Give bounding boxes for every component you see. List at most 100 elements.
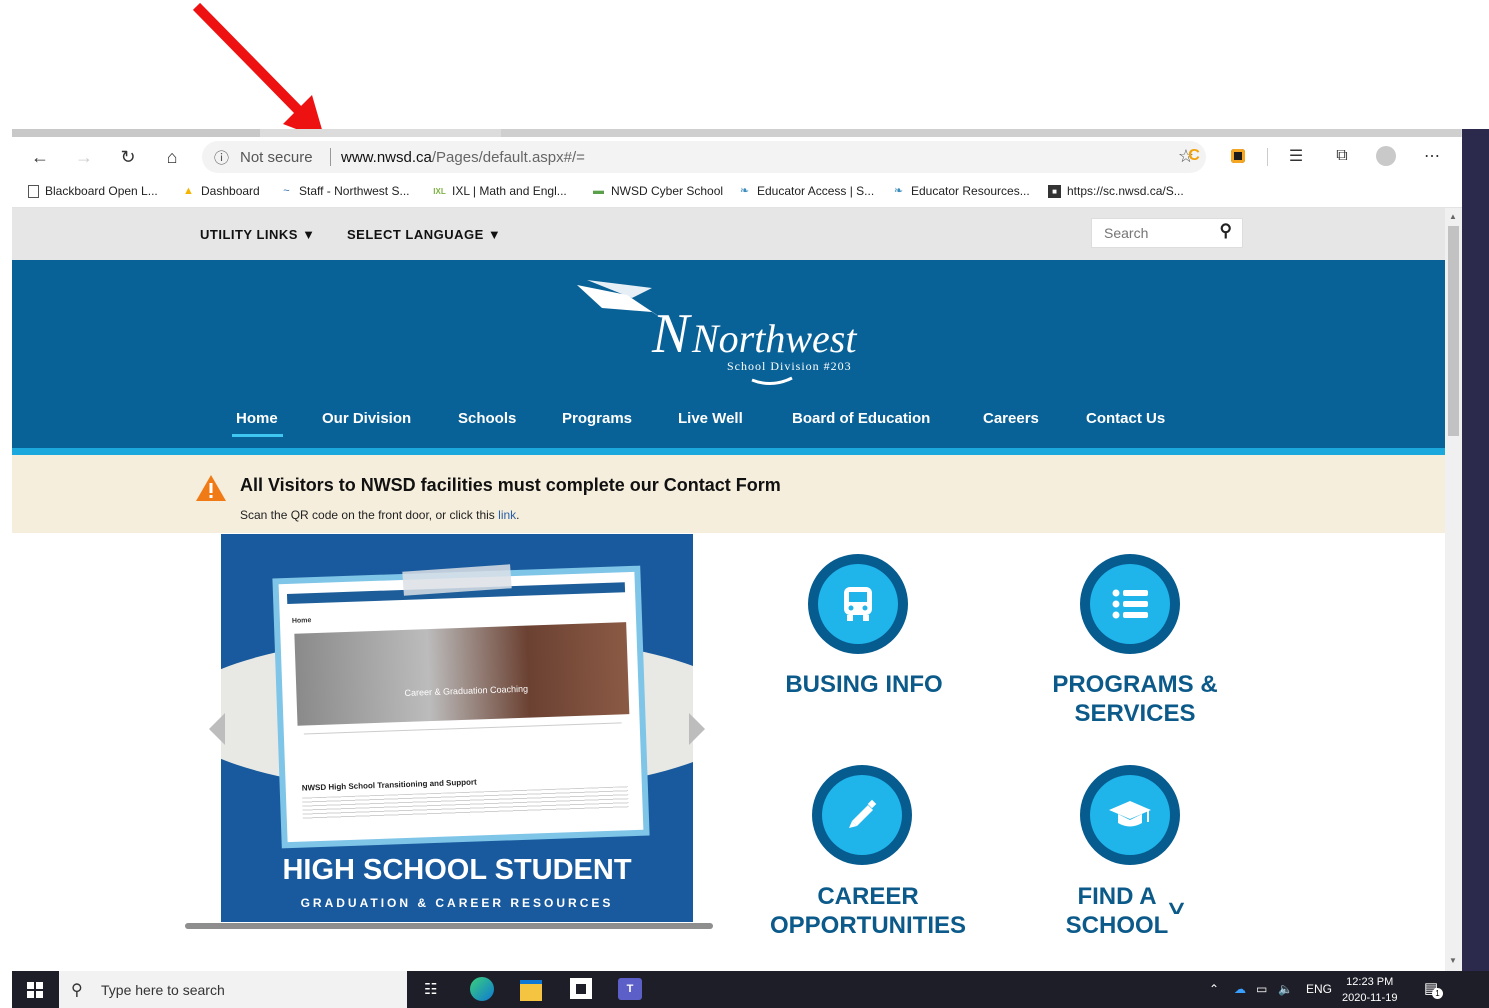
nav-live-well[interactable]: Live Well [678,410,743,427]
career-opportunities-line1: CAREER [817,883,919,910]
alert-title: All Visitors to NWSD facilities must com… [240,475,781,495]
favorite-item[interactable]: ~ Staff - Northwest S... [280,184,409,198]
logo-sub: School Division #203 [727,359,852,373]
profile-avatar-icon[interactable] [1376,146,1396,166]
page-icon [28,184,39,198]
back-icon[interactable]: ← [28,145,52,169]
scroll-down-icon[interactable]: ▼ [1449,956,1457,965]
home-icon[interactable]: ⌂ [160,145,184,169]
favorite-label: IXL | Math and Engl... [452,184,567,198]
slide-next-icon[interactable] [689,713,705,745]
favorite-label: Educator Access | S... [757,184,875,198]
search-input[interactable] [1102,224,1216,242]
scroll-up-icon[interactable]: ▲ [1449,212,1457,221]
extension-c-icon[interactable]: C [1184,146,1204,166]
collections-icon[interactable]: ⧉ [1332,146,1352,166]
slider-scroll-track[interactable] [185,923,713,929]
favorites-list-icon[interactable]: ☰ [1286,146,1306,166]
programs-services-line2: SERVICES [1074,700,1196,727]
search-icon: ⚲ [71,982,83,999]
nwsd-icon: ~ [283,184,290,197]
busing-info-button[interactable] [808,554,908,654]
card-photo-caption: Career & Graduation Coaching [404,683,529,698]
browser-tab[interactable] [12,129,260,137]
clock-date: 2020-11-19 [1342,992,1398,1004]
favorite-item[interactable]: ▬ NWSD Cyber School [592,184,723,198]
favorites-bar: Blackboard Open L... ▲ Dashboard ~ Staff -… [12,177,1462,208]
nav-programs[interactable]: Programs [562,410,632,427]
leaf-icon: ❧ [893,184,904,197]
browser-tab[interactable] [501,129,1461,137]
security-label[interactable]: Not secure [240,149,313,166]
card-photo: Career & Graduation Coaching [294,622,630,726]
notification-center-icon[interactable]: ▤ 1 [1424,979,1443,999]
favorite-item[interactable]: ❧ Educator Access | S... [738,184,874,198]
clock[interactable]: 12:23 PM 2020-11-19 [1342,974,1397,1006]
career-opportunities-label[interactable]: CAREER OPPORTUNITIES [752,882,984,940]
nav-schools[interactable]: Schools [458,410,516,427]
address-separator [330,148,331,166]
logo-name: Northwest [691,316,857,361]
scroll-thumb[interactable] [1448,226,1459,436]
favorite-label: Educator Resources... [911,184,1030,198]
slide-subtitle: GRADUATION & CAREER RESOURCES [300,896,614,910]
career-opportunities-line2: OPPORTUNITIES [769,912,967,939]
more-options-icon[interactable]: ⋯ [1422,146,1442,166]
utility-links-label: UTILITY LINKS [200,227,298,242]
language-indicator[interactable]: ENG [1306,982,1332,996]
address-bar[interactable]: ⓘ Not secure www.nwsd.ca/Pages/default.a… [202,141,1206,173]
info-icon[interactable]: ⓘ [214,147,229,168]
nav-our-division[interactable]: Our Division [322,410,411,427]
svg-text:N: N [651,303,692,365]
alert-period: . [516,508,520,522]
url-text[interactable]: www.nwsd.ca/Pages/default.aspx#/= [341,149,585,166]
extension-color-icon[interactable] [1228,146,1248,166]
select-language-dropdown[interactable]: SELECT LANGUAGE ▼ [347,227,501,242]
career-opportunities-button[interactable] [812,765,912,865]
windows-start-icon[interactable] [27,982,43,1003]
slide-prev-icon[interactable] [209,713,225,745]
refresh-icon[interactable]: ↻ [116,145,140,169]
volume-icon[interactable]: 🔈 [1278,982,1293,996]
task-view-icon[interactable]: ☷ [424,980,437,998]
tray-expand-icon[interactable]: ⌃ [1209,982,1219,996]
nav-board-of-education[interactable]: Board of Education [792,410,930,427]
contact-form-link[interactable]: link [498,508,516,522]
dashboard-icon: ▲ [183,184,194,197]
ixl-icon: IXL [433,186,446,196]
edge-icon[interactable] [470,977,494,1001]
taskbar-search-placeholder: Type here to search [101,982,225,998]
chevron-down-icon[interactable]: ˅ [1168,896,1185,922]
background-window [1462,129,1489,971]
slide-title: HIGH SCHOOL STUDENT [282,854,632,886]
site-header: N Northwest School Division #203 Home Ou… [12,260,1445,448]
teams-icon[interactable]: T [618,978,642,1000]
url-host: www.nwsd.ca [341,149,432,166]
page-scrollbar[interactable]: ▲ ▼ [1445,208,1462,971]
onedrive-icon[interactable]: ☁ [1234,982,1246,996]
forward-icon[interactable]: → [72,145,96,169]
nav-contact-us[interactable]: Contact Us [1086,410,1165,427]
favorite-item[interactable]: Blackboard Open L... [28,184,158,198]
nav-home[interactable]: Home [232,410,283,437]
url-path: /Pages/default.aspx#/= [431,149,585,166]
nav-careers[interactable]: Careers [983,410,1039,427]
northwest-logo[interactable]: N Northwest School Division #203 [557,270,897,390]
favorite-item[interactable]: ■ https://sc.nwsd.ca/S... [1048,184,1184,198]
favorite-item[interactable]: ❧ Educator Resources... [892,184,1030,198]
store-icon[interactable] [570,978,592,999]
programs-services-label[interactable]: PROGRAMS & SERVICES [1030,670,1240,728]
taskbar-search[interactable]: ⚲ Type here to search [59,971,407,1008]
programs-services-button[interactable] [1080,554,1180,654]
hero-slide[interactable]: Home Career & Graduation Coaching NWSD H… [221,534,693,922]
file-explorer-icon[interactable] [520,980,542,1001]
busing-info-label[interactable]: BUSING INFO [764,670,964,699]
slider-scroll-thumb[interactable] [185,923,713,929]
annotation-arrow [192,2,325,140]
favorite-item[interactable]: ▲ Dashboard [182,184,260,198]
network-icon[interactable]: ▭ [1256,982,1267,996]
favorite-item[interactable]: IXL IXL | Math and Engl... [433,184,567,198]
search-icon[interactable]: ⚲ [1220,221,1232,241]
utility-links-dropdown[interactable]: UTILITY LINKS ▼ [200,227,315,242]
find-a-school-button[interactable] [1080,765,1180,865]
